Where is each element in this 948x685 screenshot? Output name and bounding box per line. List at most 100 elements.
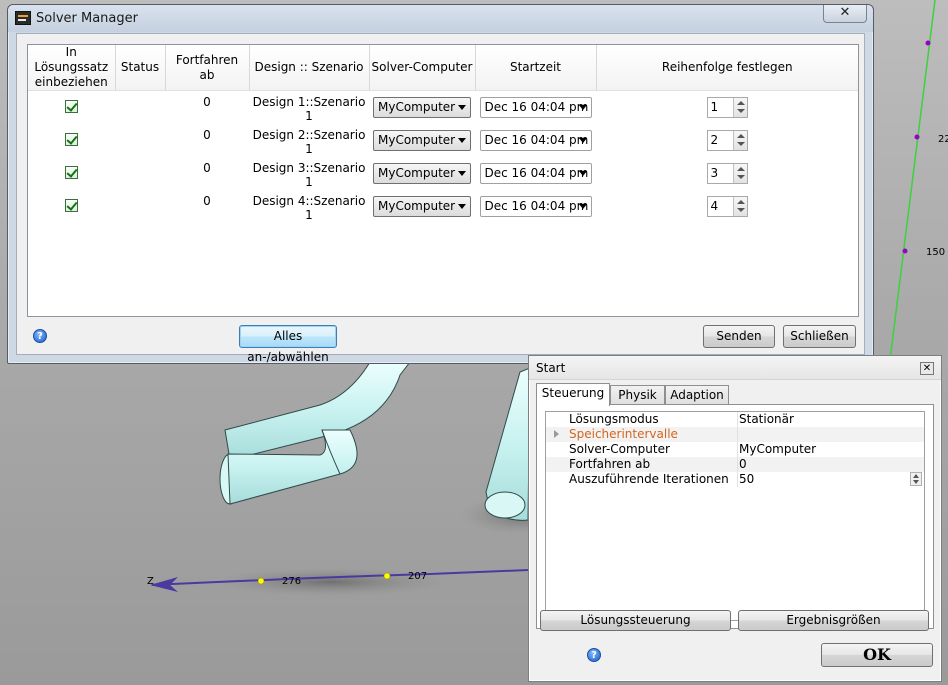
- include-checkbox[interactable]: [65, 133, 78, 146]
- window-close-button[interactable]: ✕: [823, 5, 867, 23]
- dropdown-value: MyComputer: [378, 100, 456, 114]
- stepper-down-icon[interactable]: [736, 109, 745, 113]
- stepper-down-icon[interactable]: [736, 208, 745, 212]
- solution-control-button[interactable]: Lösungssteuerung: [540, 610, 731, 631]
- start-time-picker[interactable]: Dec 16 04:04 pm: [479, 97, 592, 118]
- order-stepper[interactable]: 4: [706, 196, 748, 217]
- start-dialog: Start ✕ Steuerung Physik Adaption Lösung…: [528, 355, 942, 682]
- property-name: Solver-Computer: [569, 442, 670, 456]
- design-scenario-cell: Design 3::Szenario 1: [252, 161, 366, 189]
- stepper-buttons[interactable]: [732, 98, 747, 117]
- window-title: Solver Manager: [36, 11, 138, 26]
- start-time-value: Dec 16 04:04 pm: [484, 133, 589, 147]
- green-axis-line: [889, 0, 936, 361]
- dropdown-arrow-icon: [578, 138, 587, 143]
- stepper-buttons[interactable]: [732, 197, 747, 216]
- table-row: 0 Design 3::Szenario 1 MyComputer Dec 16…: [28, 157, 858, 190]
- iterations-stepper-icon[interactable]: [910, 472, 922, 486]
- help-icon[interactable]: ?: [587, 648, 601, 662]
- solver-table-area: In Lösungssatz einbeziehen Status Fortfa…: [27, 44, 859, 317]
- start-dialog-titlebar[interactable]: Start ✕: [529, 356, 941, 380]
- column-header-include[interactable]: In Lösungssatz einbeziehen: [28, 45, 116, 91]
- stepper-up-icon[interactable]: [736, 134, 745, 138]
- stepper-up-icon[interactable]: [736, 101, 745, 105]
- order-value: 3: [710, 166, 719, 180]
- stepper-down-icon[interactable]: [736, 175, 745, 179]
- dropdown-value: MyComputer: [378, 166, 456, 180]
- include-checkbox[interactable]: [65, 100, 78, 113]
- toggle-all-button[interactable]: Alles an-/abwählen: [239, 325, 337, 364]
- result-quantities-button[interactable]: Ergebnisgrößen: [738, 610, 929, 631]
- dropdown-value: MyComputer: [378, 199, 456, 213]
- tab-adaption[interactable]: Adaption: [665, 385, 729, 405]
- tab-steuerung[interactable]: Steuerung: [536, 383, 610, 406]
- include-checkbox[interactable]: [65, 199, 78, 212]
- start-time-picker[interactable]: Dec 16 04:04 pm: [479, 196, 592, 217]
- start-time-picker[interactable]: Dec 16 04:04 pm: [479, 130, 592, 151]
- dropdown-arrow-icon: [578, 171, 587, 176]
- stepper-up-icon[interactable]: [736, 200, 745, 204]
- iterations-input[interactable]: 50: [737, 472, 924, 487]
- app-icon: [15, 11, 31, 25]
- close-button[interactable]: Schließen: [783, 325, 856, 348]
- solver-computer-dropdown[interactable]: MyComputer: [373, 163, 471, 184]
- send-button[interactable]: Senden: [703, 325, 775, 348]
- property-name: Lösungsmodus: [569, 412, 659, 426]
- solver-manager-titlebar[interactable]: Solver Manager ✕: [8, 5, 873, 32]
- order-stepper[interactable]: 3: [706, 163, 748, 184]
- continue-from-cell: 0: [203, 95, 211, 109]
- solver-computer-dropdown[interactable]: MyComputer: [373, 130, 471, 151]
- dropdown-value: MyComputer: [378, 133, 456, 147]
- column-header-solver-computer[interactable]: Solver-Computer: [369, 45, 476, 91]
- table-row: 0 Design 2::Szenario 1 MyComputer Dec 16…: [28, 124, 858, 157]
- continue-from-cell: 0: [203, 128, 211, 142]
- dropdown-arrow-icon: [578, 105, 587, 110]
- property-grid: Lösungsmodus Stationär Speicherintervall…: [545, 411, 925, 621]
- column-header-continue-from[interactable]: Fortfahren ab: [165, 45, 250, 91]
- pipe-bend: [224, 361, 412, 461]
- tick-dot-purple-3: [902, 248, 908, 254]
- column-header-status[interactable]: Status: [115, 45, 166, 91]
- property-name: Auszuführende Iterationen: [569, 472, 729, 486]
- property-value[interactable]: Stationär: [737, 412, 924, 427]
- z-axis-label: Z: [147, 576, 154, 587]
- solver-computer-dropdown[interactable]: MyComputer: [373, 97, 471, 118]
- axis-tick-label: 22: [938, 134, 948, 145]
- column-header-order[interactable]: Reihenfolge festlegen: [596, 45, 858, 91]
- help-icon[interactable]: ?: [33, 329, 47, 343]
- property-value[interactable]: 0: [737, 457, 924, 472]
- property-name: Fortfahren ab: [569, 457, 651, 471]
- stepper-down-icon[interactable]: [736, 142, 745, 146]
- table-header-row: In Lösungssatz einbeziehen Status Fortfa…: [28, 45, 858, 91]
- order-stepper[interactable]: 1: [706, 97, 748, 118]
- start-time-value: Dec 16 04:04 pm: [484, 199, 589, 213]
- stepper-up-icon[interactable]: [736, 167, 745, 171]
- property-row[interactable]: Auszuführende Iterationen 50: [546, 472, 924, 487]
- start-time-picker[interactable]: Dec 16 04:04 pm: [479, 163, 592, 184]
- axis-tick-label: 207: [408, 571, 428, 582]
- property-row[interactable]: Fortfahren ab 0: [546, 457, 924, 472]
- property-value[interactable]: [737, 427, 924, 442]
- property-row[interactable]: Lösungsmodus Stationär: [546, 412, 924, 427]
- property-row[interactable]: Solver-Computer MyComputer: [546, 442, 924, 457]
- ok-button[interactable]: OK: [821, 643, 933, 667]
- expand-arrow-icon[interactable]: [554, 430, 559, 438]
- dialog-close-button[interactable]: ✕: [920, 362, 934, 375]
- tick-dot-purple-1: [925, 40, 931, 46]
- design-scenario-cell: Design 4::Szenario 1: [252, 194, 366, 222]
- property-value[interactable]: MyComputer: [737, 442, 924, 457]
- stepper-buttons[interactable]: [732, 131, 747, 150]
- order-value: 4: [710, 199, 719, 213]
- solver-manager-content: In Lösungssatz einbeziehen Status Fortfa…: [16, 33, 865, 364]
- tab-physik[interactable]: Physik: [610, 385, 665, 405]
- include-checkbox[interactable]: [65, 166, 78, 179]
- pipe-right-cap: [484, 491, 526, 519]
- column-header-design-scenario[interactable]: Design :: Szenario: [249, 45, 370, 91]
- start-time-value: Dec 16 04:04 pm: [484, 166, 589, 180]
- property-row[interactable]: Speicherintervalle: [546, 427, 924, 442]
- order-stepper[interactable]: 2: [706, 130, 748, 151]
- column-header-start-time[interactable]: Startzeit: [475, 45, 597, 91]
- order-value: 2: [710, 133, 719, 147]
- stepper-buttons[interactable]: [732, 164, 747, 183]
- solver-computer-dropdown[interactable]: MyComputer: [373, 196, 471, 217]
